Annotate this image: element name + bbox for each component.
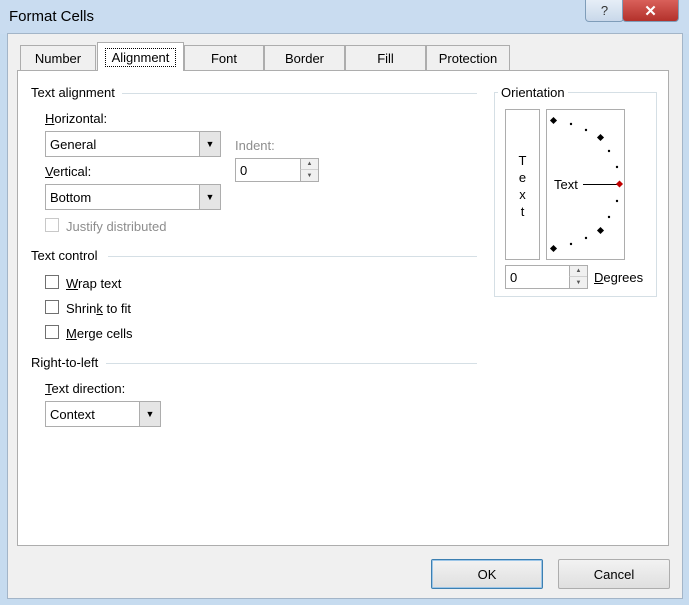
dial-tick-major: [549, 244, 558, 253]
dial-tick-minor: [584, 128, 588, 132]
orientation-dial[interactable]: Text: [546, 109, 625, 260]
right-to-left-heading: Right-to-left: [31, 355, 99, 370]
spin-up-icon[interactable]: ▲: [569, 266, 587, 277]
text-direction-select[interactable]: Context ▼: [45, 401, 161, 427]
dial-tick-minor: [607, 149, 611, 153]
justify-distributed-label: Justify distributed: [66, 219, 167, 234]
text-control-heading: Text control: [31, 248, 98, 263]
dial-tick-major: [596, 226, 605, 235]
indent-label: Indent:: [235, 138, 275, 153]
cancel-button-label: Cancel: [593, 566, 635, 582]
spin-down-icon[interactable]: ▼: [569, 277, 587, 288]
vertical-select[interactable]: Bottom ▼: [45, 184, 221, 210]
shrink-to-fit-checkbox[interactable]: [45, 300, 59, 314]
dial-tick-minor: [615, 165, 619, 169]
ok-button[interactable]: OK: [431, 559, 543, 589]
justify-distributed-checkbox[interactable]: [45, 218, 59, 232]
dial-tick-minor: [607, 215, 611, 219]
vertical-value: Bottom: [50, 190, 92, 205]
indent-spinner[interactable]: 0 ▲ ▼: [235, 158, 319, 182]
tab-alignment[interactable]: Alignment: [97, 42, 184, 71]
dialog-title: Format Cells: [9, 8, 95, 25]
merge-cells-label[interactable]: Merge cells: [66, 326, 132, 341]
dial-tick-major: [549, 116, 558, 125]
tab-border[interactable]: Border: [264, 45, 345, 70]
chevron-down-icon[interactable]: ▼: [199, 185, 220, 209]
dial-tick-minor: [569, 242, 573, 246]
ok-button-label: OK: [477, 566, 497, 582]
help-button[interactable]: ?: [585, 0, 624, 22]
vertical-label: Vertical:: [45, 164, 92, 179]
tab-font[interactable]: Font: [184, 45, 264, 70]
spin-down-icon[interactable]: ▼: [300, 170, 318, 181]
orientation-handle[interactable]: [615, 180, 624, 188]
dial-tick-major: [596, 133, 605, 142]
help-icon: ?: [600, 3, 609, 18]
vertical-text-toggle[interactable]: T e x t: [505, 109, 540, 260]
horizontal-value: General: [50, 137, 97, 152]
degrees-value: 0: [510, 270, 518, 285]
tab-alignment-label: Alignment: [104, 47, 177, 67]
orientation-dial-graphic: Text: [549, 116, 624, 253]
spin-up-icon[interactable]: ▲: [300, 159, 318, 170]
dial-tick-minor: [615, 199, 619, 203]
degrees-label: Degrees: [594, 270, 644, 285]
text-alignment-separator: [122, 93, 477, 94]
chevron-down-icon[interactable]: ▼: [139, 402, 160, 426]
tab-number-label: Number: [34, 50, 82, 66]
wrap-text-label[interactable]: Wrap text: [66, 276, 121, 291]
text-control-separator: [108, 256, 477, 257]
close-icon: ✕: [644, 2, 657, 20]
text-direction-label: Text direction:: [45, 381, 126, 396]
vertical-text-char: x: [519, 187, 526, 202]
orientation-heading: Orientation: [498, 85, 568, 100]
degrees-spinner[interactable]: 0 ▲ ▼: [505, 265, 588, 289]
vertical-text-char: T: [518, 153, 527, 168]
tab-font-label: Font: [210, 50, 237, 66]
tab-fill-label: Fill: [377, 50, 394, 66]
chevron-down-icon[interactable]: ▼: [199, 132, 220, 156]
merge-cells-checkbox[interactable]: [45, 325, 59, 339]
indent-value: 0: [240, 163, 248, 178]
text-alignment-heading: Text alignment: [31, 85, 115, 100]
tab-border-label: Border: [284, 50, 325, 66]
horizontal-label: Horizontal:: [45, 111, 108, 126]
tab-protection-label: Protection: [438, 50, 498, 66]
wrap-text-checkbox[interactable]: [45, 275, 59, 289]
tab-fill[interactable]: Fill: [345, 45, 426, 70]
close-button[interactable]: ✕: [622, 0, 679, 22]
right-to-left-separator: [106, 363, 477, 364]
tab-number[interactable]: Number: [20, 45, 96, 70]
tab-protection[interactable]: Protection: [426, 45, 510, 70]
cancel-button[interactable]: Cancel: [558, 559, 670, 589]
dial-text-label: Text: [554, 177, 578, 192]
horizontal-select[interactable]: General ▼: [45, 131, 221, 157]
vertical-text-char: t: [520, 204, 525, 219]
text-direction-value: Context: [50, 407, 95, 422]
shrink-to-fit-label[interactable]: Shrink to fit: [66, 301, 131, 316]
dial-tick-minor: [569, 122, 573, 126]
vertical-text-char: e: [518, 170, 527, 185]
dial-tick-minor: [584, 236, 588, 240]
